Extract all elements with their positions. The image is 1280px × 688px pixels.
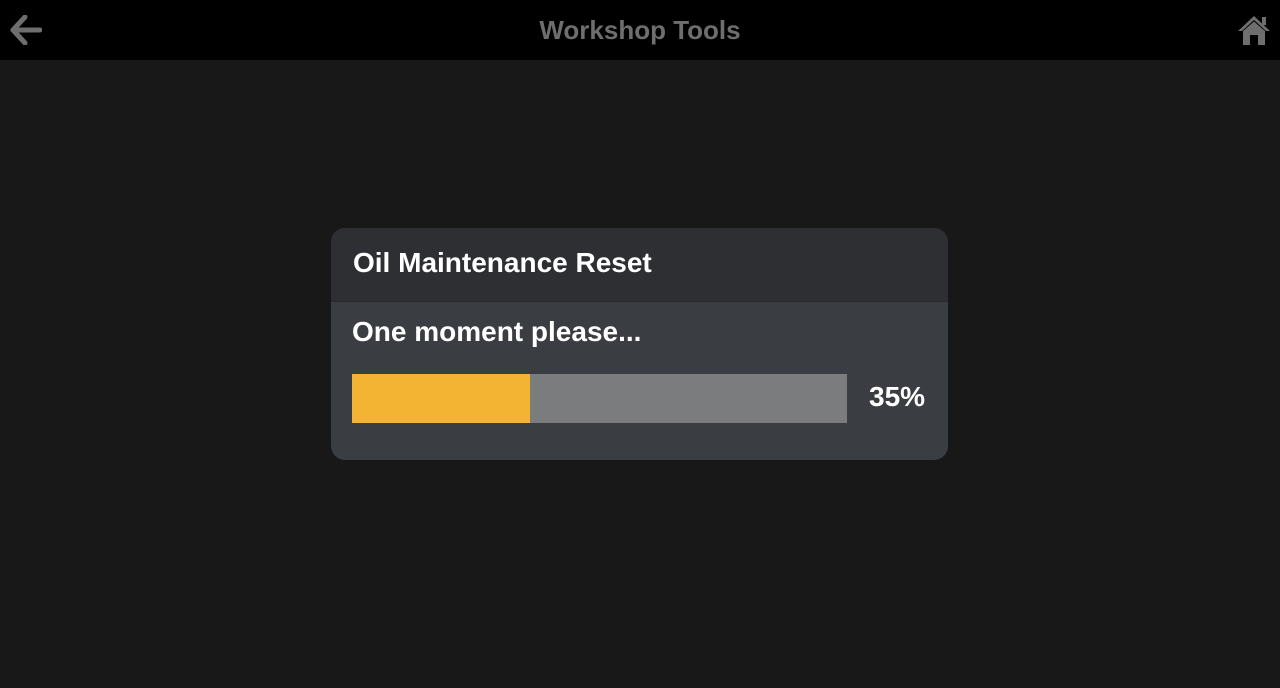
home-button[interactable] — [1234, 10, 1274, 50]
dialog-header: Oil Maintenance Reset — [331, 228, 948, 302]
dialog-message: One moment please... — [352, 316, 642, 347]
page-title: Workshop Tools — [539, 15, 741, 45]
progress-percent: 35% — [869, 381, 926, 412]
dialog-title: Oil Maintenance Reset — [353, 247, 652, 278]
progress-fill — [352, 374, 531, 423]
progress-bar — [352, 374, 847, 423]
progress-dialog: Oil Maintenance Reset One moment please.… — [331, 228, 948, 460]
top-bar: Workshop Tools — [0, 0, 1280, 60]
home-icon — [1238, 16, 1270, 45]
